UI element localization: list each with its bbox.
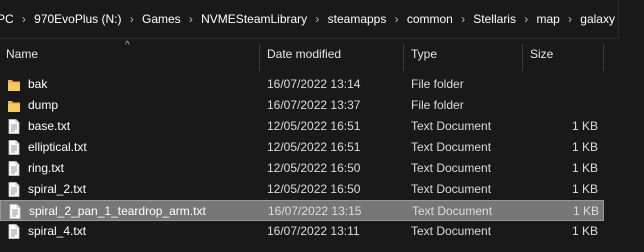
chevron-right-icon[interactable]: › (17, 12, 31, 26)
file-row[interactable]: ring.txt 12/05/2022 16:50 Text Document 1 K… (0, 158, 604, 179)
file-type: Text Document (411, 140, 492, 154)
address-bar-dropdown[interactable] (618, 0, 644, 38)
file-type: Text Document (411, 119, 492, 133)
file-name: ring.txt (28, 161, 65, 175)
sort-ascending-icon: ^ (125, 40, 130, 51)
column-header-bar: Name Date modified Type Size (0, 38, 644, 71)
folder-icon (8, 101, 20, 112)
file-size: 1 KB (571, 140, 598, 154)
breadcrumb-item-steamapps[interactable]: steamapps (325, 0, 390, 38)
file-date-modified: 12/05/2022 16:51 (267, 140, 361, 154)
file-type: Text Document (411, 182, 492, 196)
column-divider[interactable] (603, 44, 604, 71)
text-file-icon (8, 161, 20, 176)
text-file-icon (8, 224, 20, 239)
breadcrumb-item-pc[interactable]: PC (0, 0, 17, 38)
file-size: 1 KB (571, 161, 598, 175)
chevron-right-icon[interactable]: › (519, 12, 533, 26)
column-header-size[interactable]: Size (530, 38, 553, 71)
text-file-icon (8, 182, 20, 197)
file-type: Text Document (411, 161, 492, 175)
file-date-modified: 16/07/2022 13:15 (268, 204, 362, 218)
chevron-right-icon[interactable]: › (184, 12, 198, 26)
breadcrumb-item-common[interactable]: common (404, 0, 456, 38)
column-header-name[interactable]: Name (6, 38, 38, 71)
column-header-type[interactable]: Type (411, 38, 437, 71)
file-date-modified: 16/07/2022 13:37 (267, 98, 361, 112)
file-name: spiral_2.txt (28, 182, 87, 196)
breadcrumb: PC › 970EvoPlus (N:) › Games › NVMESteam… (0, 0, 618, 39)
column-divider[interactable] (522, 44, 523, 71)
file-row[interactable]: spiral_2_pan_1_teardrop_arm.txt 16/07/202… (0, 200, 604, 221)
file-date-modified: 16/07/2022 13:11 (267, 224, 360, 238)
breadcrumb-item-games[interactable]: Games (139, 0, 184, 38)
file-row[interactable]: spiral_4.txt 16/07/2022 13:11 Text Documen… (0, 221, 604, 242)
column-divider[interactable] (403, 44, 404, 71)
file-size: 1 KB (571, 224, 598, 238)
breadcrumb-item-map[interactable]: map (533, 0, 562, 38)
file-size: 1 KB (571, 119, 598, 133)
chevron-right-icon[interactable]: › (563, 12, 577, 26)
file-date-modified: 12/05/2022 16:50 (267, 182, 361, 196)
file-name: bak (28, 77, 48, 91)
text-file-icon (8, 140, 20, 155)
breadcrumb-item-stellaris[interactable]: Stellaris (470, 0, 519, 38)
breadcrumb-item-galaxy[interactable]: galaxy (577, 0, 618, 38)
breadcrumb-item-drive[interactable]: 970EvoPlus (N:) (31, 0, 124, 38)
column-divider[interactable] (259, 44, 260, 71)
folder-icon (8, 80, 20, 91)
file-name: spiral_2_pan_1_teardrop_arm.txt (29, 204, 206, 218)
chevron-right-icon[interactable]: › (125, 12, 139, 26)
file-type: File folder (411, 98, 464, 112)
file-row[interactable]: spiral_2.txt 12/05/2022 16:50 Text Documen… (0, 179, 604, 200)
file-date-modified: 12/05/2022 16:51 (267, 119, 361, 133)
text-file-icon (8, 119, 20, 134)
file-row[interactable]: base.txt 12/05/2022 16:51 Text Document 1 K… (0, 116, 604, 137)
file-type: Text Document (411, 224, 492, 238)
file-size: 1 KB (571, 182, 598, 196)
chevron-right-icon[interactable]: › (456, 12, 470, 26)
column-header-date[interactable]: Date modified (267, 38, 341, 71)
file-date-modified: 12/05/2022 16:50 (267, 161, 361, 175)
file-name: elliptical.txt (28, 140, 87, 154)
text-file-icon (9, 204, 21, 219)
file-name: dump (28, 98, 59, 112)
chevron-right-icon[interactable]: › (389, 12, 403, 26)
file-row[interactable]: bak 16/07/2022 13:14 File folder (0, 74, 604, 95)
file-name: spiral_4.txt (28, 224, 87, 238)
file-size: 1 KB (572, 204, 599, 218)
file-name: base.txt (28, 119, 71, 133)
chevron-right-icon[interactable]: › (310, 12, 324, 26)
file-row[interactable]: dump 16/07/2022 13:37 File folder (0, 95, 604, 116)
file-date-modified: 16/07/2022 13:14 (267, 77, 361, 91)
file-row[interactable]: elliptical.txt 12/05/2022 16:51 Text Docum… (0, 137, 604, 158)
file-type: File folder (411, 77, 464, 91)
breadcrumb-item-library[interactable]: NVMESteamLibrary (198, 0, 310, 38)
file-type: Text Document (412, 204, 493, 218)
